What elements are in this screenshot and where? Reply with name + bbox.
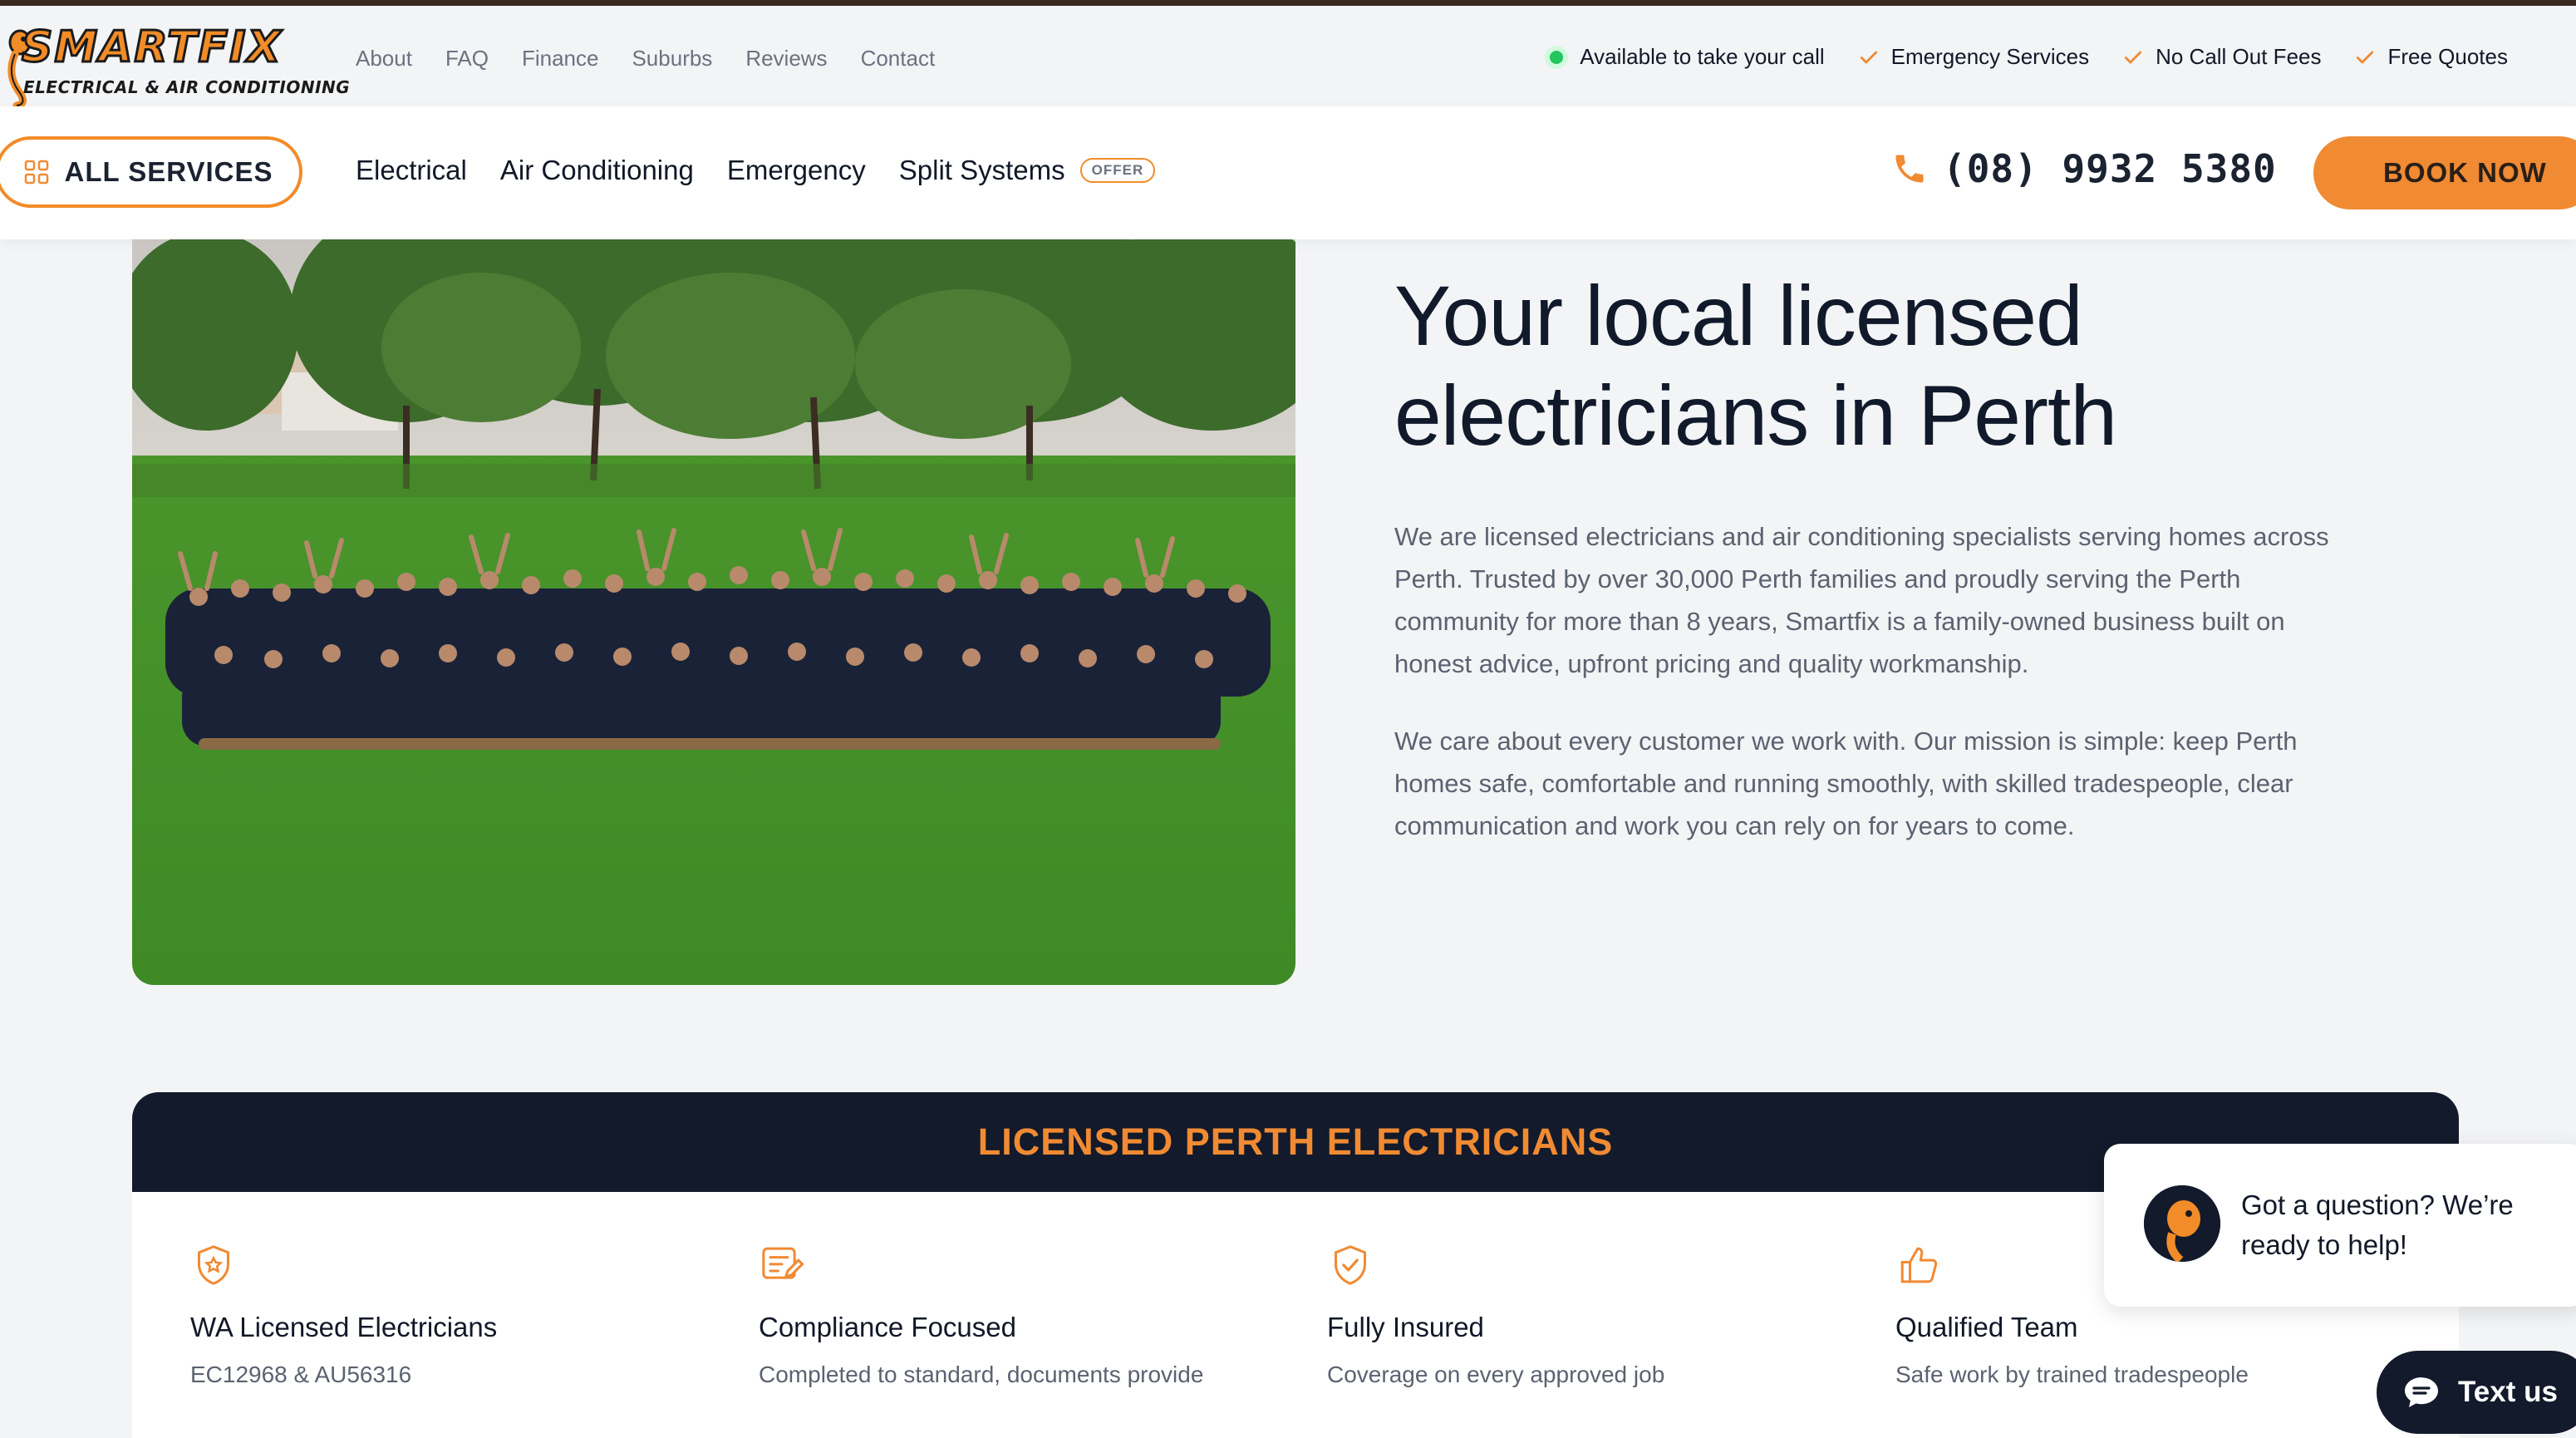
badge-label: Emergency Services — [1890, 44, 2090, 69]
smartfix-logo[interactable]: SMARTFIX ELECTRICAL & AIR CONDITIONING — [3, 19, 350, 107]
chat-avatar — [2144, 1185, 2220, 1262]
top-nav-suburbs[interactable]: Suburbs — [632, 46, 712, 71]
availability-badge: Available to take your call — [1545, 44, 1825, 70]
check-icon — [1860, 51, 1877, 63]
nav-air-conditioning[interactable]: Air Conditioning — [500, 155, 694, 186]
all-services-label: ALL SERVICES — [64, 156, 273, 187]
mascot-avatar-icon — [2144, 1185, 2220, 1262]
logo-wordmark: SMARTFIX — [21, 22, 283, 74]
phone-number: (08) 9932 5380 — [1943, 146, 2277, 191]
feature-desc: EC12968 & AU56316 — [190, 1362, 412, 1387]
hero-paragraph-2: We care about every customer we work wit… — [1394, 726, 2298, 840]
top-nav-reviews[interactable]: Reviews — [745, 46, 827, 71]
feature-card-insured: Fully Insured Coverage on every approved… — [1327, 1242, 1859, 1388]
text-us-label: Text us — [2458, 1376, 2558, 1408]
phone-link[interactable]: (08) 9932 5380 — [1891, 146, 2277, 191]
chat-popup[interactable]: Got a question? We’re ready to help! — [2104, 1144, 2576, 1307]
offer-badge: OFFER — [1079, 158, 1156, 183]
chat-message-line-1: Got a question? We’re — [2241, 1189, 2514, 1220]
chat-message: Got a question? We’re ready to help! — [2241, 1185, 2574, 1265]
shield-check-icon — [1334, 1245, 1367, 1285]
check-icon — [2125, 51, 2142, 63]
top-nav: About FAQ Finance Suburbs Reviews Contac… — [356, 46, 935, 71]
book-now-button[interactable]: BOOK NOW — [2313, 136, 2576, 209]
badge-label: No Call Out Fees — [2156, 44, 2322, 69]
nav-split-systems[interactable]: Split Systems — [899, 155, 1065, 186]
top-accent-line — [0, 0, 2576, 6]
logo-tagline: ELECTRICAL & AIR CONDITIONING — [23, 77, 351, 97]
check-icon — [2357, 51, 2374, 63]
utility-bar: SMARTFIX ELECTRICAL & AIR CONDITIONING A… — [0, 6, 2576, 107]
feature-desc: Safe work by trained tradespeople — [1895, 1362, 2249, 1387]
badge-free-quotes: Free Quotes — [2354, 44, 2508, 70]
badge-no-callout: No Call Out Fees — [2122, 44, 2321, 70]
all-services-button[interactable]: ALL SERVICES — [0, 136, 302, 208]
nav-emergency[interactable]: Emergency — [727, 155, 866, 186]
top-nav-finance[interactable]: Finance — [522, 46, 599, 71]
top-nav-contact[interactable]: Contact — [861, 46, 936, 71]
status-dot-icon — [1545, 45, 1569, 69]
badge-emergency: Emergency Services — [1858, 44, 2089, 70]
feature-title: Compliance Focused — [759, 1312, 1016, 1342]
text-us-button[interactable]: Text us — [2377, 1351, 2576, 1434]
shield-star-icon — [197, 1245, 230, 1285]
feature-desc: Coverage on every approved job — [1327, 1362, 1665, 1387]
top-nav-faq[interactable]: FAQ — [445, 46, 489, 71]
badge-label: Free Quotes — [2387, 44, 2508, 69]
nav-electrical[interactable]: Electrical — [356, 155, 467, 186]
thumbs-up-icon — [1900, 1247, 1938, 1283]
feature-title: Fully Insured — [1327, 1312, 1484, 1342]
hero-title-line-1: Your local licensed — [1394, 268, 2083, 363]
document-edit-icon — [762, 1247, 804, 1279]
feature-title: WA Licensed Electricians — [190, 1312, 498, 1342]
team-photo — [132, 239, 1295, 985]
feature-desc: Completed to standard, documents provide — [759, 1362, 1204, 1387]
chat-bubble-icon — [2405, 1377, 2438, 1407]
availability-text: Available to take your call — [1580, 44, 1825, 69]
service-nav: Electrical Air Conditioning Emergency Sp… — [356, 155, 1156, 186]
grid-icon — [25, 160, 49, 185]
hero-title: Your local licensed electricians in Pert… — [1394, 266, 2308, 465]
feature-card-compliance: Compliance Focused Completed to standard… — [759, 1242, 1290, 1388]
hero-paragraph-1: We are licensed electricians and air con… — [1394, 522, 2329, 678]
chat-message-line-2: ready to help! — [2241, 1229, 2407, 1260]
feature-card-licensed: WA Licensed Electricians EC12968 & AU563… — [190, 1242, 722, 1388]
phone-icon — [1895, 155, 1924, 183]
team-photo-image — [132, 239, 1295, 985]
top-nav-about[interactable]: About — [356, 46, 412, 71]
hero-title-line-2: electricians in Perth — [1394, 368, 2117, 463]
feature-title: Qualified Team — [1895, 1312, 2078, 1342]
trust-badges: Available to take your call Emergency Se… — [1545, 44, 2508, 70]
main-nav: ALL SERVICES Electrical Air Conditioning… — [0, 106, 2576, 239]
